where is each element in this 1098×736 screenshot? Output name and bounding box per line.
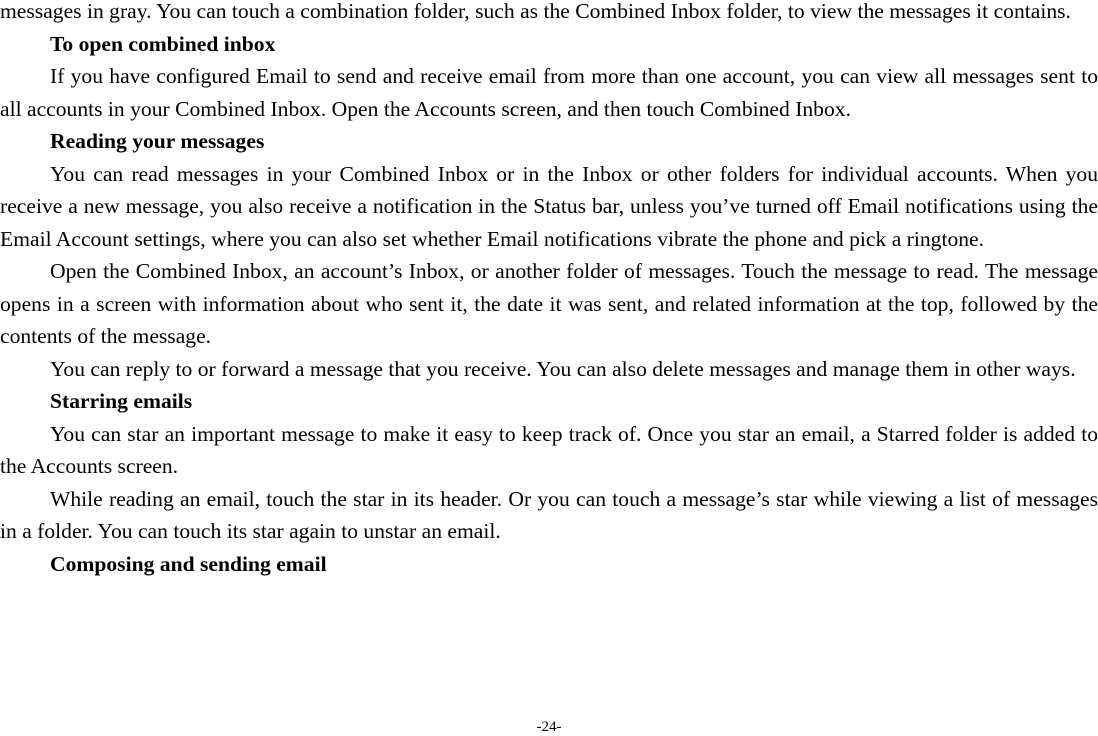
paragraph-continued: messages in gray. You can touch a combin… bbox=[0, 0, 1071, 23]
document-page: messages in gray. You can touch a combin… bbox=[0, 0, 1098, 580]
page-number: -24- bbox=[536, 719, 562, 735]
paragraph-reply-forward: You can reply to or forward a message th… bbox=[50, 356, 1076, 381]
heading-reading-messages: Reading your messages bbox=[50, 129, 265, 153]
heading-starring-emails: Starring emails bbox=[50, 389, 193, 413]
paragraph-star-message: You can star an important message to mak… bbox=[0, 421, 1098, 479]
heading-open-combined-inbox: To open combined inbox bbox=[50, 31, 276, 56]
paragraph-combined-inbox: If you have configured Email to send and… bbox=[0, 64, 1098, 121]
paragraph-reading-messages: You can read messages in your Combined I… bbox=[0, 161, 1098, 251]
paragraph-open-inbox: Open the Combined Inbox, an account’s In… bbox=[0, 259, 1098, 348]
heading-composing-email: Composing and sending email bbox=[50, 551, 327, 576]
paragraph-star-header: While reading an email, touch the star i… bbox=[0, 486, 1098, 544]
